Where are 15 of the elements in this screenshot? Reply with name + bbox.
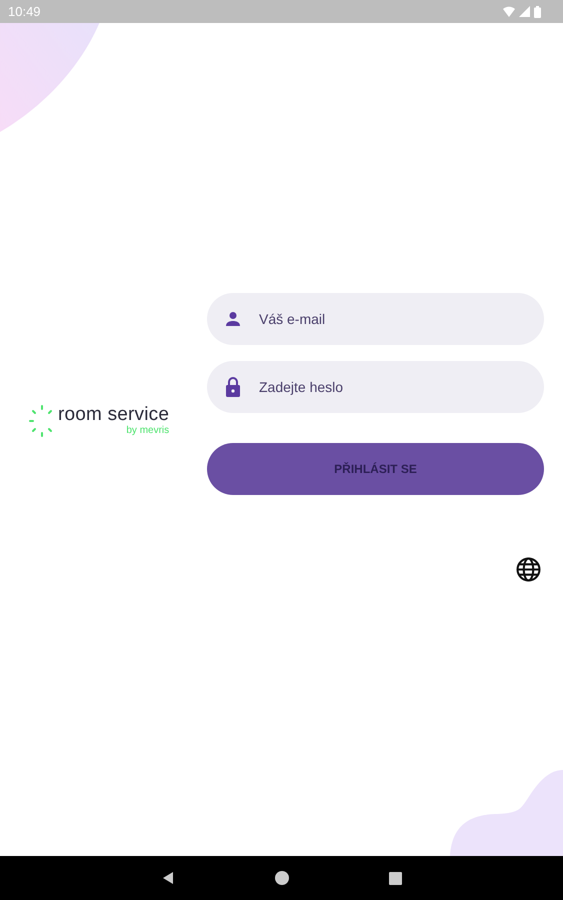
signal-icon: [519, 6, 530, 17]
wifi-icon: [503, 6, 515, 17]
logo-text: room service: [58, 405, 170, 425]
person-icon: [225, 311, 241, 327]
recents-icon[interactable]: [389, 872, 402, 884]
input-field[interactable]: Zadejte heslo: [207, 361, 544, 413]
back-icon[interactable]: [161, 871, 175, 885]
status-time: 10:49: [8, 4, 41, 19]
lock-icon: [225, 377, 241, 397]
globe-icon[interactable]: [516, 557, 541, 582]
input-field[interactable]: Váš e-mail: [207, 293, 544, 345]
logo-tagline: by mevris: [126, 425, 170, 437]
home-icon[interactable]: [275, 871, 289, 885]
battery-icon: [534, 6, 541, 18]
login-button[interactable]: PŘIHLÁSIT SE: [207, 443, 544, 495]
